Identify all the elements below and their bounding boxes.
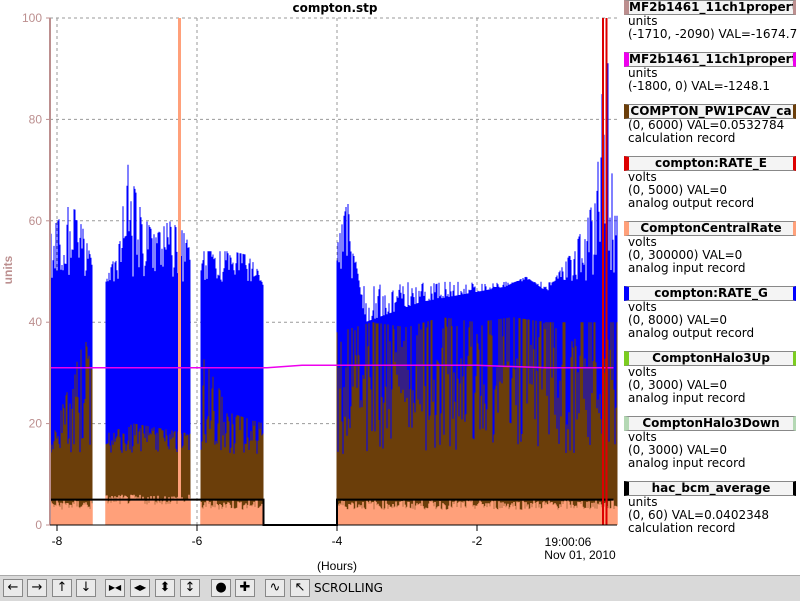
spline-icon[interactable]: ∿ [265, 579, 285, 597]
legend-entry[interactable]: hac_bcm_average units (0, 60) VAL=0.040234… [622, 481, 800, 535]
legend-channel-name[interactable]: hac_bcm_average [624, 481, 796, 496]
legend-entry[interactable]: MF2b1461_11ch1property.Funits(-1710, -20… [622, 0, 800, 41]
record-icon[interactable]: ● [211, 579, 231, 597]
legend-channel-name[interactable]: MF2b1461_11ch1property.E [624, 52, 796, 67]
compress-vertical-icon[interactable]: ↕ [180, 579, 200, 597]
y-tick-label: 60 [29, 214, 43, 228]
expand-horizontal-icon[interactable]: ▶◀ [105, 579, 125, 597]
y-axis-label: units [1, 255, 15, 284]
legend-detail: calculation record [628, 131, 736, 145]
cursor-icon[interactable]: ↖ [290, 579, 310, 597]
mode-label: SCROLLING [314, 581, 383, 595]
legend-detail: analog output record [628, 326, 755, 340]
x-tick-label: -2 [472, 534, 483, 548]
legend-panel: MF2b1461_11ch1property.Funits(-1710, -20… [620, 0, 800, 575]
legend-channel-name[interactable]: ComptonHalo3Up [624, 351, 796, 366]
legend-channel-name[interactable]: MF2b1461_11ch1property.F [624, 0, 796, 15]
toolbar: ← → ↑ ↓ ▶◀ ◀▶ ⬍ ↕ ● ✚ ∿ ↖ SCROLLING [0, 575, 800, 601]
strip-chart[interactable]: 0 20 40 60 80 100 -8 -6 -4 -2 units (Hours) 19:00… [0, 0, 620, 575]
legend-entry[interactable]: ComptonHalo3Down volts (0, 3000) VAL=0 anal… [622, 416, 800, 470]
timestamp-time: 19:00:06 [545, 535, 592, 549]
legend-detail: (-1800, 0) VAL=-1248.1 [628, 79, 771, 93]
legend-channel-name[interactable]: compton:RATE_E [624, 156, 796, 171]
legend-entry[interactable]: ComptonHalo3Up volts (0, 3000) VAL=0 analog… [622, 351, 800, 405]
y-tick-label: 100 [22, 11, 42, 25]
legend-entry[interactable]: ComptonCentralRate volts (0, 300000) VAL=0… [622, 221, 800, 275]
legend-detail: (-1710, -2090) VAL=-1674.7 [628, 27, 798, 41]
arrow-up-icon[interactable]: ↑ [52, 579, 72, 597]
x-tick-label: -4 [332, 534, 343, 548]
legend-detail: calculation record [628, 521, 736, 535]
x-tick-label: -8 [52, 534, 63, 548]
expand-vertical-icon[interactable]: ⬍ [155, 579, 175, 597]
legend-detail: analog input record [628, 391, 746, 405]
y-tick-label: 40 [29, 315, 43, 329]
arrow-down-icon[interactable]: ↓ [76, 579, 96, 597]
y-tick-label: 80 [29, 112, 43, 126]
legend-detail: analog input record [628, 456, 746, 470]
legend-channel-name[interactable]: ComptonCentralRate [624, 221, 796, 236]
crosshair-icon[interactable]: ✚ [235, 579, 255, 597]
legend-channel-name[interactable]: COMPTON_PW1PCAV_ca [624, 104, 796, 119]
arrow-right-icon[interactable]: → [27, 579, 47, 597]
legend-channel-name[interactable]: compton:RATE_G [624, 286, 796, 301]
x-tick-label: -6 [192, 534, 203, 548]
arrow-left-icon[interactable]: ← [3, 579, 23, 597]
legend-entry[interactable]: compton:RATE_G volts (0, 8000) VAL=0 analog… [622, 286, 800, 340]
legend-detail: analog output record [628, 196, 755, 210]
timestamp-date: Nov 01, 2010 [544, 548, 616, 562]
legend-entry[interactable]: compton:RATE_E volts (0, 5000) VAL=0 analog… [622, 156, 800, 210]
y-tick-label: 0 [35, 518, 42, 532]
legend-entry[interactable]: MF2b1461_11ch1property.Eunits(-1800, 0) … [622, 52, 800, 93]
legend-channel-name[interactable]: ComptonHalo3Down [624, 416, 796, 431]
x-axis-label: (Hours) [317, 559, 357, 573]
compress-horizontal-icon[interactable]: ◀▶ [130, 579, 150, 597]
y-tick-label: 20 [29, 417, 43, 431]
legend-entry[interactable]: COMPTON_PW1PCAV_ca (0, 6000) VAL=0.053278… [622, 104, 800, 145]
legend-detail: analog input record [628, 261, 746, 275]
